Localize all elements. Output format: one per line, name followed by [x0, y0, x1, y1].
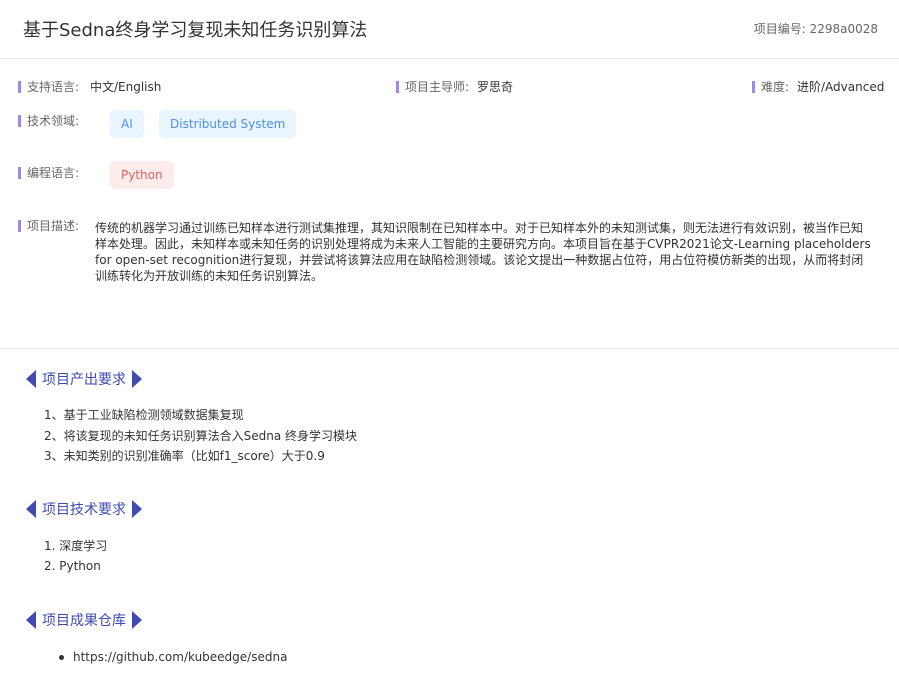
output-item: 2、将该复现的未知任务识别算法合入Sedna 终身学习模块: [44, 429, 358, 443]
output-item: 1、基于工业缺陷检测领域数据集复现: [44, 408, 244, 422]
section-output-title: 项目产出要求: [42, 372, 126, 388]
section-tech-title: 项目技术要求: [42, 502, 126, 518]
tech-tag-ai[interactable]: AI: [110, 110, 144, 138]
repo-link[interactable]: https://github.com/kubeedge/sedna: [73, 649, 287, 665]
tech-tag-distributed-system[interactable]: Distributed System: [159, 110, 297, 138]
section-output-heading: 项目产出要求: [26, 370, 142, 388]
difficulty-label: 难度:: [752, 79, 789, 95]
triangle-left-icon: [26, 500, 36, 518]
tech-item: 1. 深度学习: [44, 539, 108, 553]
description-label: 项目描述:: [18, 218, 79, 234]
triangle-right-icon: [132, 370, 142, 388]
language-value: 中文/English: [90, 80, 162, 94]
output-item: 3、未知类别的识别准确率（比如f1_score）大于0.9: [44, 449, 325, 463]
triangle-right-icon: [132, 500, 142, 518]
mentor-value: 罗思奇: [477, 80, 514, 94]
project-description: 传统的机器学习通过训练已知样本进行测试集推理，其知识限制在已知样本中。对于已知样…: [95, 221, 871, 283]
triangle-right-icon: [132, 611, 142, 629]
triangle-left-icon: [26, 611, 36, 629]
section-repo-heading: 项目成果仓库: [26, 611, 142, 629]
difficulty-value: 进阶/Advanced: [797, 80, 885, 94]
tech-item: 2. Python: [44, 559, 101, 573]
project-id: 项目编号: 2298a0028: [753, 22, 878, 36]
triangle-left-icon: [26, 370, 36, 388]
bullet-icon: [59, 655, 64, 660]
page-title: 基于Sedna终身学习复现未知任务识别算法: [23, 20, 368, 41]
page-header: 基于Sedna终身学习复现未知任务识别算法 项目编号: 2298a0028: [0, 0, 899, 59]
mentor-label: 项目主导师:: [396, 79, 469, 95]
programming-language-label: 编程语言:: [18, 165, 79, 181]
section-tech-heading: 项目技术要求: [26, 500, 142, 518]
section-repo-title: 项目成果仓库: [42, 613, 126, 629]
language-tag-python[interactable]: Python: [110, 161, 174, 189]
language-label: 支持语言:: [18, 79, 79, 95]
section-divider: [0, 348, 899, 349]
tech-field-label: 技术领域:: [18, 113, 79, 129]
